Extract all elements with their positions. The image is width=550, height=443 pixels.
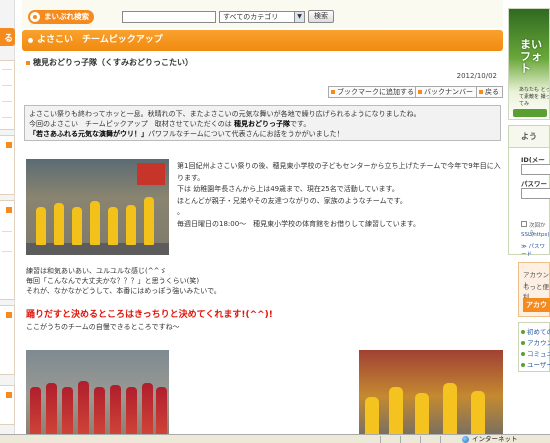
intro-line: 今回のよさこい チームピックアップ 取材させていただくのは 穂見おどりっ子隊です… — [29, 120, 311, 128]
article-paragraph: ここがうちのチームの自慢できるところですね～ — [26, 323, 180, 331]
remember-checkbox[interactable] — [521, 221, 527, 227]
help-link[interactable]: ユーザー — [521, 359, 550, 369]
orange-marker-icon — [6, 392, 12, 398]
login-header: よう — [508, 125, 550, 147]
help-link[interactable]: 初めての — [521, 326, 550, 336]
left-sidebar-box — [0, 385, 15, 425]
paragraph-line: 毎回「こんなんで大丈夫かな？？？」と思うくらい(笑) — [26, 277, 200, 285]
main-content: まいぷれ検索 すべてのカテゴリ ▼ 検索 よさこい チームピックアップ 穂見おど… — [22, 0, 503, 443]
paragraph-line: 練習は和気あいあい、ユルユルな感じ(^^ゞ — [26, 267, 167, 275]
body-line: 毎週日曜日の18:00～ 穂見東小学校の体育館をお借りして練習しています。 — [177, 219, 421, 228]
logo-text: まいぷれ検索 — [44, 12, 89, 21]
search-bar: まいぷれ検索 すべてのカテゴリ ▼ 検索 — [22, 0, 503, 28]
article-body: 第1回紀州よさこい祭りの後、穂見東小学校の子どもセンターから立ち上げたチームで今… — [177, 161, 501, 230]
login-box: ID(メール パスワード 次回から SSL(https) ≫ パスワード — [508, 147, 550, 258]
back-label: 戻る — [485, 88, 499, 96]
chevron-down-icon: ▼ — [294, 12, 304, 22]
category-select-value: すべてのカテゴリ — [223, 13, 279, 21]
team-photo — [26, 159, 169, 255]
bullet-icon — [28, 38, 33, 43]
email-field[interactable] — [521, 164, 550, 175]
back-button[interactable]: 戻る — [476, 86, 503, 98]
promo-subtitle: あなたも とって素敵を 撮ってみ — [519, 87, 550, 107]
promo-banner[interactable]: まい フォト あなたも とって素敵を 撮ってみ — [508, 8, 550, 120]
photo-banner — [137, 163, 165, 185]
left-sidebar-box — [0, 305, 15, 375]
paragraph-line: それが、なかなかどうして、本番にはめっぽう強いみたいで。 — [26, 287, 221, 295]
list-icon — [418, 90, 422, 94]
site-search-logo[interactable]: まいぷれ検索 — [28, 10, 94, 24]
globe-icon — [462, 436, 469, 443]
logo-icon — [30, 12, 40, 22]
left-sidebar-tab[interactable]: る — [0, 28, 15, 46]
team-photo — [26, 350, 169, 443]
bookmark-label: ブックマークに追加する — [337, 88, 414, 96]
left-sidebar-box — [0, 60, 15, 130]
search-input[interactable] — [122, 11, 216, 23]
account-box: アカウント もっと便利 アカウ — [518, 262, 550, 317]
help-links: 初めての アカウン コミュニ ユーザー — [518, 322, 550, 372]
search-button[interactable]: 検索 — [308, 10, 334, 23]
promo-button[interactable] — [513, 109, 547, 117]
bookmark-icon — [331, 90, 335, 94]
help-link[interactable]: アカウン — [521, 337, 550, 347]
body-line: 。 — [177, 208, 184, 216]
help-link[interactable]: コミュニ — [521, 348, 550, 358]
left-sidebar-tab-label: る — [3, 34, 13, 44]
orange-marker-icon — [6, 207, 12, 213]
back-number-button[interactable]: バックナンバー — [415, 86, 477, 98]
article-paragraph: 練習は和気あいあい、ユルユルな感じ(^^ゞ 毎回「こんなんで大丈夫かな？？？」と… — [26, 266, 356, 296]
back-arrow-icon — [479, 90, 483, 94]
zone-label: インターネット — [472, 435, 518, 443]
team-photo — [359, 350, 503, 443]
right-sidebar: まい フォト あなたも とって素敵を 撮ってみ よう ID(メール パスワード … — [508, 0, 550, 443]
forgot-password-link[interactable]: ≫ パスワード — [521, 242, 549, 258]
orange-marker-icon — [6, 312, 12, 318]
password-field[interactable] — [521, 188, 550, 199]
category-select[interactable]: すべてのカテゴリ ▼ — [219, 11, 305, 23]
highlight-text: 踊りだすと決めるところはきっちりと決めてくれます!(^^)! — [26, 310, 273, 320]
body-line: 第1回紀州よさこい祭りの後、穂見東小学校の子どもセンターから立ち上げたチームで今… — [177, 162, 501, 182]
article-title: 穂見おどりっ子隊（くすみおどりっこたい） — [26, 57, 193, 68]
body-line: 下は 幼稚園年長さんから上は49歳まで、現在25名で活動しています。 — [177, 185, 399, 193]
security-zone: インターネット — [460, 435, 518, 443]
left-sidebar-box — [0, 200, 15, 300]
intro-box: よさこい祭りも終わってホッと一息。秋晴れの下、またよさこいの元気な舞いが各地で繰… — [24, 105, 501, 141]
browser-status-bar: インターネット — [0, 434, 550, 443]
left-sidebar-box — [0, 135, 15, 195]
section-title: よさこい チームピックアップ — [37, 35, 163, 45]
intro-line: 「若さあふれる元気な演舞がウリ！」パワフルなチームについて代表さんにお話をうかが… — [29, 130, 344, 138]
promo-title: まい フォト — [520, 38, 542, 75]
ssl-link[interactable]: SSL(https) — [521, 232, 550, 238]
left-sidebar: る — [0, 0, 15, 443]
intro-line: よさこい祭りも終わってホッと一息。秋晴れの下、またよさこいの元気な舞いが各地で繰… — [29, 110, 421, 118]
create-account-button[interactable]: アカウ — [523, 298, 550, 312]
article-date: 2012/10/02 — [456, 72, 497, 80]
body-line: ほとんどが親子・兄弟やその友達つながりの、家族のようなチームです。 — [177, 196, 407, 205]
section-header: よさこい チームピックアップ — [22, 30, 503, 51]
orange-marker-icon — [6, 142, 12, 148]
back-number-label: バックナンバー — [424, 88, 473, 96]
bookmark-button[interactable]: ブックマークに追加する — [328, 86, 418, 98]
